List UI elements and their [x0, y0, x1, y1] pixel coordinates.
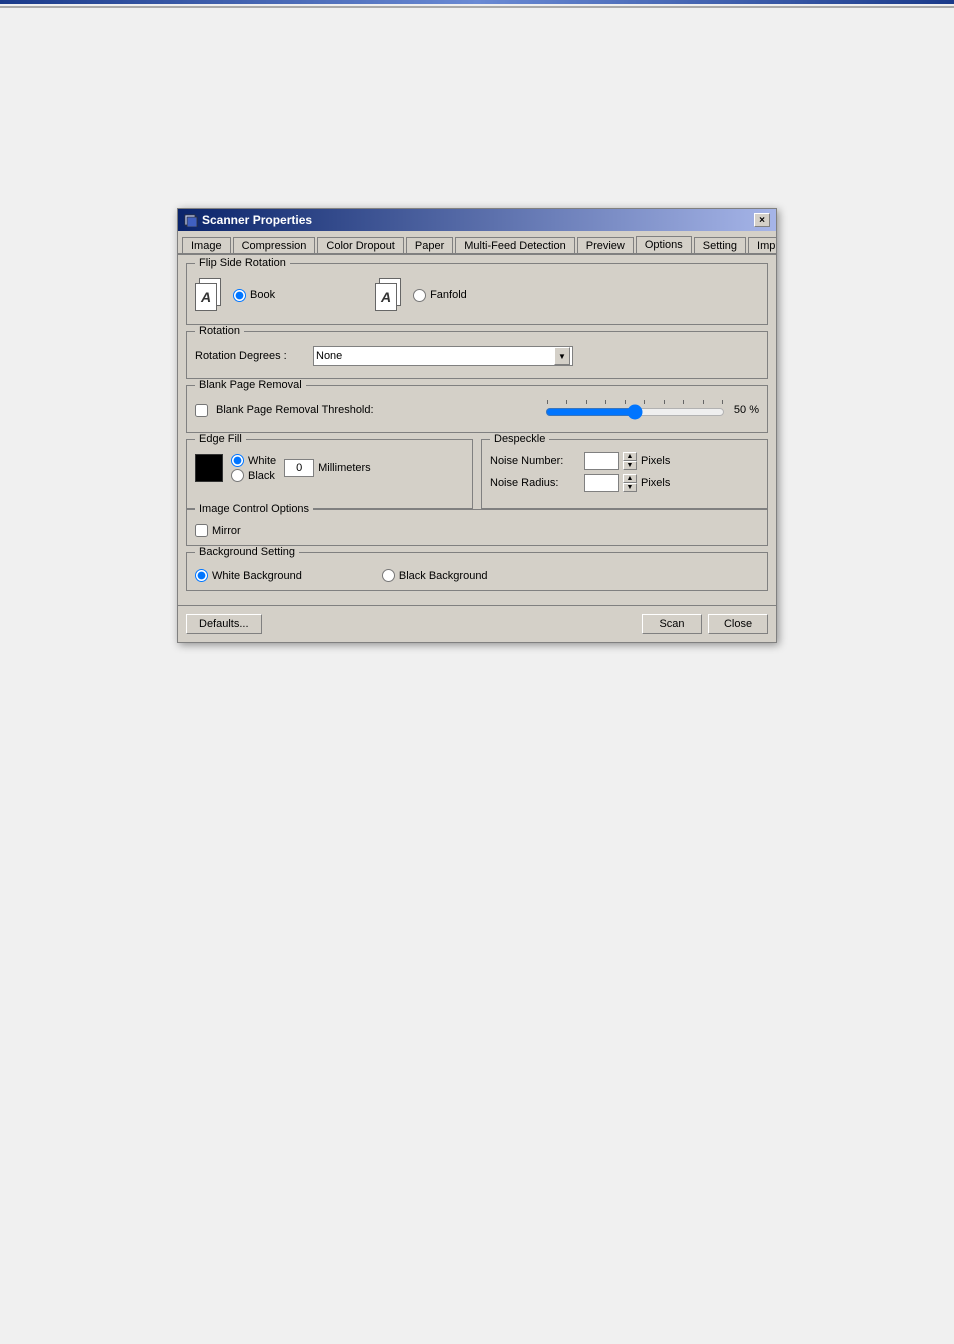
blank-page-value: 50 % [729, 404, 759, 416]
blank-row: Blank Page Removal Threshold: [195, 396, 759, 424]
app-icon [184, 213, 198, 227]
close-button[interactable]: Close [708, 614, 768, 634]
black-bg-label: Black Background [399, 570, 488, 582]
mirror-checkbox[interactable] [195, 524, 208, 537]
black-bg-radio[interactable] [382, 569, 395, 582]
noise-radius-up[interactable]: ▲ [623, 474, 637, 483]
defaults-button[interactable]: Defaults... [186, 614, 262, 634]
main-content: Flip Side Rotation A Book [178, 255, 776, 605]
white-bg-radio[interactable] [195, 569, 208, 582]
flip-side-title: Flip Side Rotation [195, 257, 290, 269]
fanfold-radio[interactable] [413, 289, 426, 302]
noise-number-up[interactable]: ▲ [623, 452, 637, 461]
book-label: Book [250, 289, 275, 301]
edge-radios: White Black [231, 454, 276, 482]
noise-radius-pixels: Pixels [641, 477, 670, 489]
fanfold-radio-group: Fanfold [413, 289, 467, 302]
blank-page-group: Blank Page Removal Blank Page Removal Th… [186, 385, 768, 433]
blank-page-title: Blank Page Removal [195, 379, 306, 391]
rotation-row: Rotation Degrees : None ▼ [195, 342, 759, 370]
noise-number-spinbtns: ▲ ▼ [623, 452, 637, 470]
noise-radius-row: Noise Radius: 10 ▲ ▼ Pixels [490, 472, 759, 494]
noise-number-down[interactable]: ▼ [623, 461, 637, 470]
flip-book-option: A Book [195, 278, 275, 312]
flip-fanfold-option: A Fanfold [375, 278, 467, 312]
image-control-group: Image Control Options Mirror [186, 509, 768, 546]
rotation-title: Rotation [195, 325, 244, 337]
fanfold-label: Fanfold [430, 289, 467, 301]
slider-tick-area [545, 400, 725, 420]
despeckle-group: Despeckle Noise Number: 22 ▲ ▼ Pixels [481, 439, 768, 509]
mirror-label: Mirror [212, 525, 241, 537]
black-label: Black [248, 470, 275, 482]
noise-number-label: Noise Number: [490, 455, 580, 467]
noise-number-pixels: Pixels [641, 455, 670, 467]
tab-imprinter[interactable]: Imprinter [748, 237, 776, 254]
edge-fill-title: Edge Fill [195, 433, 246, 445]
noise-radius-spinbtns: ▲ ▼ [623, 474, 637, 492]
rotation-value: None [316, 350, 342, 362]
flip-row: A Book A [195, 274, 759, 316]
black-square-icon [195, 454, 223, 482]
edge-fill-unit: Millimeters [318, 462, 371, 474]
white-radio[interactable] [231, 454, 244, 467]
despeckle-content: Noise Number: 22 ▲ ▼ Pixels Noise Radius… [490, 444, 759, 494]
dialog-title: Scanner Properties [202, 213, 312, 227]
flip-side-group: Flip Side Rotation A Book [186, 263, 768, 325]
tab-paper[interactable]: Paper [406, 237, 453, 254]
fanfold-icon: A [375, 278, 405, 312]
white-radio-group: White [231, 454, 276, 467]
white-bg-radio-group: White Background [195, 569, 302, 582]
white-label: White [248, 455, 276, 467]
despeckle-col: Despeckle Noise Number: 22 ▲ ▼ Pixels [481, 439, 768, 509]
scan-button[interactable]: Scan [642, 614, 702, 634]
dropdown-arrow-icon[interactable]: ▼ [554, 347, 570, 365]
blank-page-slider[interactable] [545, 404, 725, 420]
noise-radius-input[interactable]: 10 [584, 474, 619, 492]
tab-setting[interactable]: Setting [694, 237, 746, 254]
tab-color-dropout[interactable]: Color Dropout [317, 237, 403, 254]
tab-preview[interactable]: Preview [577, 237, 634, 254]
edge-fill-content: White Black 0 Millimeters [195, 450, 464, 482]
edge-fill-group: Edge Fill White [186, 439, 473, 509]
black-bg-radio-group: Black Background [382, 569, 488, 582]
black-radio[interactable] [231, 469, 244, 482]
image-control-title: Image Control Options [195, 503, 313, 515]
two-col-section: Edge Fill White [186, 439, 768, 509]
edge-value-row: 0 Millimeters [284, 459, 371, 477]
action-btn-group: Scan Close [642, 614, 768, 634]
image-control-content: Mirror [195, 520, 759, 537]
edge-fill-input[interactable]: 0 [284, 459, 314, 477]
noise-number-input[interactable]: 22 [584, 452, 619, 470]
despeckle-title: Despeckle [490, 433, 549, 445]
tab-compression[interactable]: Compression [233, 237, 316, 254]
tab-image[interactable]: Image [182, 237, 231, 254]
book-radio[interactable] [233, 289, 246, 302]
blank-threshold-label: Blank Page Removal Threshold: [216, 404, 374, 416]
bg-setting-content: White Background Black Background [195, 563, 759, 582]
slider-container: 50 % [545, 400, 759, 420]
white-bg-label: White Background [212, 570, 302, 582]
rotation-dropdown[interactable]: None ▼ [313, 346, 573, 366]
title-bar: Scanner Properties × [178, 209, 776, 231]
background-group: Background Setting White Background Blac… [186, 552, 768, 591]
close-icon-btn[interactable]: × [754, 213, 770, 227]
noise-radius-down[interactable]: ▼ [623, 483, 637, 492]
noise-radius-label: Noise Radius: [490, 477, 580, 489]
bottom-bar: Defaults... Scan Close [178, 605, 776, 642]
edge-fill-col: Edge Fill White [186, 439, 473, 509]
tab-options[interactable]: Options [636, 236, 692, 254]
noise-number-row: Noise Number: 22 ▲ ▼ Pixels [490, 450, 759, 472]
black-radio-group: Black [231, 469, 276, 482]
background-title: Background Setting [195, 546, 299, 558]
tab-bar: Image Compression Color Dropout Paper Mu… [178, 231, 776, 255]
rotation-degrees-label: Rotation Degrees : [195, 350, 305, 362]
rotation-group: Rotation Rotation Degrees : None ▼ [186, 331, 768, 379]
scanner-properties-dialog: Scanner Properties × Image Compression C… [177, 208, 777, 643]
tab-multifeed[interactable]: Multi-Feed Detection [455, 237, 575, 254]
blank-page-checkbox[interactable] [195, 404, 208, 417]
book-icon: A [195, 278, 225, 312]
book-radio-group: Book [233, 289, 275, 302]
